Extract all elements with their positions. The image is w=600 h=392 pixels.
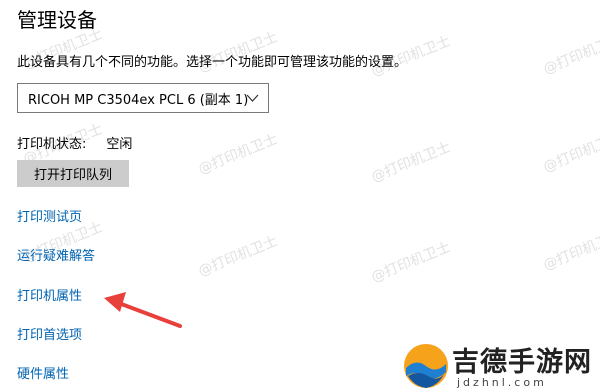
red-arrow-icon — [104, 292, 182, 328]
watermark: @打印机卫士 — [369, 139, 454, 186]
device-select-value: RICOH MP C3504ex PCL 6 (副本 1) — [28, 92, 249, 108]
open-print-queue-button[interactable]: 打开打印队列 — [17, 160, 129, 187]
wave-logo-icon — [404, 344, 448, 388]
printer-properties-link[interactable]: 打印机属性 — [17, 288, 82, 306]
site-logo: 吉德手游网 jdzhnl.com — [402, 340, 596, 392]
run-troubleshooter-link[interactable]: 运行疑难解答 — [17, 248, 95, 266]
printer-status-label: 打印机状态: — [17, 137, 87, 152]
page-description: 此设备具有几个不同的功能。选择一个功能即可管理该功能的设置。 — [17, 55, 408, 70]
hardware-properties-link[interactable]: 硬件属性 — [17, 366, 69, 384]
watermark: @打印机卫士 — [541, 31, 600, 78]
watermark: @打印机卫士 — [369, 239, 454, 286]
printing-preferences-link[interactable]: 打印首选项 — [17, 327, 82, 345]
printer-status: 打印机状态: 空闲 — [17, 136, 132, 154]
device-select[interactable]: RICOH MP C3504ex PCL 6 (副本 1) — [17, 83, 269, 113]
logo-name: 吉德手游网 — [452, 347, 592, 378]
watermark: @打印机卫士 — [541, 227, 600, 274]
page-title: 管理设备 — [17, 8, 97, 32]
watermark: @打印机卫士 — [196, 131, 281, 178]
print-test-page-link[interactable]: 打印测试页 — [17, 209, 82, 227]
watermark: @打印机卫士 — [196, 233, 281, 280]
chevron-down-icon — [246, 94, 259, 102]
printer-status-value: 空闲 — [106, 137, 133, 152]
watermark: @打印机卫士 — [541, 129, 600, 176]
logo-domain: jdzhnl.com — [457, 376, 547, 389]
